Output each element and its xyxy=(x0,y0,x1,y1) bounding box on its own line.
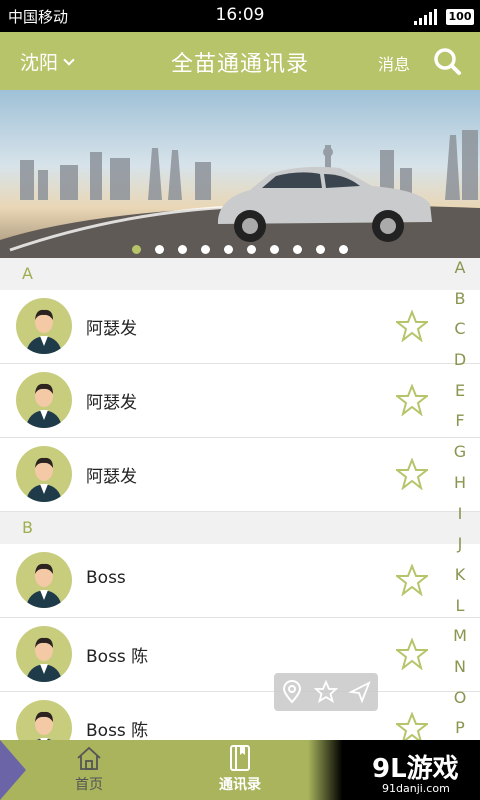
star-icon[interactable] xyxy=(396,310,428,342)
index-letter[interactable]: O xyxy=(446,688,474,719)
avatar xyxy=(16,298,72,354)
contact-row[interactable]: Boss xyxy=(0,544,480,618)
city-label: 沈阳 xyxy=(20,52,59,74)
contacts-book-icon xyxy=(230,745,250,771)
search-icon[interactable] xyxy=(432,46,462,76)
messages-button[interactable]: 消息 xyxy=(378,51,410,75)
promo-banner[interactable] xyxy=(0,90,480,258)
avatar xyxy=(16,552,72,608)
pager-dot[interactable] xyxy=(155,245,164,254)
index-letter[interactable]: D xyxy=(446,350,474,381)
contact-row[interactable]: 阿瑟发 xyxy=(0,364,480,438)
pager-dot[interactable] xyxy=(270,245,279,254)
signal-icon xyxy=(414,9,440,25)
index-letter[interactable]: B xyxy=(446,289,474,320)
contact-name: 阿瑟发 xyxy=(86,393,137,413)
contact-list: A 阿瑟发 阿瑟发 阿瑟发 B Boss Boss 陈 Boss 陈 xyxy=(0,258,480,766)
avatar xyxy=(16,372,72,428)
pager-dot[interactable] xyxy=(224,245,233,254)
pager-dot[interactable] xyxy=(201,245,210,254)
nav-home-label: 首页 xyxy=(75,777,103,793)
index-letter[interactable]: N xyxy=(446,657,474,688)
index-letter[interactable]: G xyxy=(446,442,474,473)
status-bar: 中国移动 16:09 100 xyxy=(0,0,480,32)
watermark: 9L游戏 91danji.com xyxy=(308,740,480,800)
section-header-b: B xyxy=(0,512,480,544)
contact-name: 阿瑟发 xyxy=(86,467,137,487)
contact-name: Boss 陈 xyxy=(86,647,149,667)
battery-icon: 100 xyxy=(446,9,474,25)
bottom-nav: 首页 通讯录 9L游戏 91danji.com xyxy=(0,740,480,800)
pager-dot[interactable] xyxy=(247,245,256,254)
banner-image xyxy=(0,130,480,258)
home-icon xyxy=(77,746,101,770)
nav-contacts[interactable]: 通讯录 xyxy=(205,744,275,794)
section-header-a: A xyxy=(0,258,480,290)
index-letter[interactable]: I xyxy=(446,504,474,535)
pager-dot[interactable] xyxy=(293,245,302,254)
star-icon[interactable] xyxy=(396,384,428,416)
location-pin-icon[interactable] xyxy=(280,680,304,704)
contact-row[interactable]: 阿瑟发 xyxy=(0,438,480,512)
chevron-down-icon xyxy=(63,54,75,66)
index-letter[interactable]: K xyxy=(446,565,474,596)
star-icon[interactable] xyxy=(396,564,428,596)
watermark-title: 9L游戏 xyxy=(372,754,459,784)
index-letter[interactable]: M xyxy=(446,626,474,657)
pager-dot[interactable] xyxy=(339,245,348,254)
index-letter[interactable]: E xyxy=(446,381,474,412)
avatar xyxy=(16,626,72,682)
index-letter[interactable]: H xyxy=(446,473,474,504)
star-outline-icon[interactable] xyxy=(314,680,338,704)
contact-row[interactable]: Boss 陈 xyxy=(0,618,480,692)
nav-contacts-label: 通讯录 xyxy=(219,777,261,793)
pager-dot[interactable] xyxy=(132,245,141,254)
index-letter[interactable]: J xyxy=(446,534,474,565)
contact-name: Boss xyxy=(86,568,126,588)
star-icon[interactable] xyxy=(396,638,428,670)
index-letter[interactable]: A xyxy=(446,258,474,289)
nav-home[interactable]: 首页 xyxy=(54,744,124,794)
contact-name: Boss 陈 xyxy=(86,721,149,741)
nav-edge-decoration xyxy=(0,740,26,800)
floating-toolbar xyxy=(274,673,378,711)
star-icon[interactable] xyxy=(396,458,428,490)
index-letter[interactable]: F xyxy=(446,411,474,442)
index-letter[interactable]: L xyxy=(446,596,474,627)
avatar xyxy=(16,446,72,502)
banner-pager xyxy=(0,239,480,254)
send-icon[interactable] xyxy=(348,680,372,704)
pager-dot[interactable] xyxy=(316,245,325,254)
contact-name: 阿瑟发 xyxy=(86,319,137,339)
pager-dot[interactable] xyxy=(178,245,187,254)
watermark-domain: 91danji.com xyxy=(382,782,450,795)
app-header: 沈阳 全苗通通讯录 消息 xyxy=(0,32,480,90)
index-letter[interactable]: C xyxy=(446,319,474,350)
clock: 16:09 xyxy=(215,5,265,25)
alphabet-index[interactable]: A B C D E F G H I J K L M N O P xyxy=(446,258,474,749)
contact-row[interactable]: 阿瑟发 xyxy=(0,290,480,364)
city-selector[interactable]: 沈阳 xyxy=(20,48,75,75)
